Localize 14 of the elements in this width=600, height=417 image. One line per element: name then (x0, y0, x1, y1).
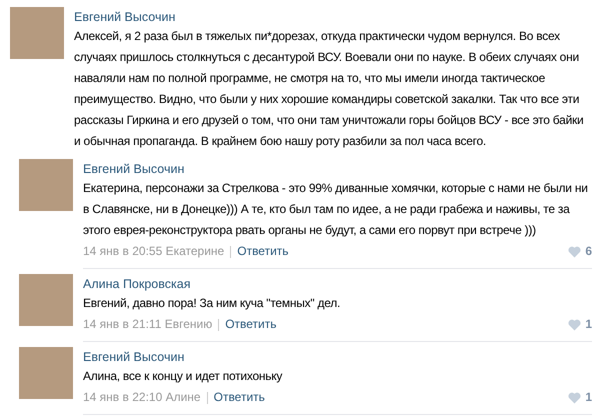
reply-link[interactable]: Ответить (225, 314, 276, 335)
reply-link[interactable]: Ответить (214, 387, 265, 408)
comment-text: Екатерина, персонажи за Стрелкова - это 99% диванные хомячки, которые с нами не были ни в Славянске, ни в Донецке))) А те, кто был там по идее, а не ради грабежа и наживы, те за этого еврея-реконструктора рвать органы не будут, а сами его порвут при встрече ))) (83, 180, 589, 239)
comment-text: Евгений, давно пора! За ним куча "темных" дел. (83, 295, 342, 312)
author-name[interactable]: Евгений Высочин (83, 159, 592, 178)
comment-text: Алексей, я 2 раза был в тяжелых пи*дорезах, откуда практически чудом вернулся. Во всех случаях пришлось столкнуться с десантурой ВСУ. Воевали они по науке. В обеих случаях они наваляли нам по полной программе, не смотря на то, что мы имели иногда тактическое преимущество. Видно, что были у них хорошие командиры советской закалки. Так что все эти рассказы Гиркина и его друзей о том, что они там уничтожали горы бойцов ВСУ - все это байки и обычная пропаганда. В крайнем бою нашу роту разбили за пол часа всего. (74, 28, 584, 150)
author-name[interactable]: Алина Покровская (83, 274, 592, 293)
author-name[interactable]: Евгений Высочин (74, 7, 592, 26)
comment-text: Алина, все к концу и идет потихоньку (83, 368, 284, 385)
comment-date: 14 янв в 21:11 Евгению (83, 316, 212, 333)
comment-date: 14 янв в 22:10 Алине (83, 389, 201, 406)
reply-link[interactable]: Ответить (237, 241, 289, 262)
comment-date: 14 янв в 20:55 Екатерине (83, 243, 224, 260)
author-name[interactable]: Евгений Высочин (83, 347, 592, 366)
